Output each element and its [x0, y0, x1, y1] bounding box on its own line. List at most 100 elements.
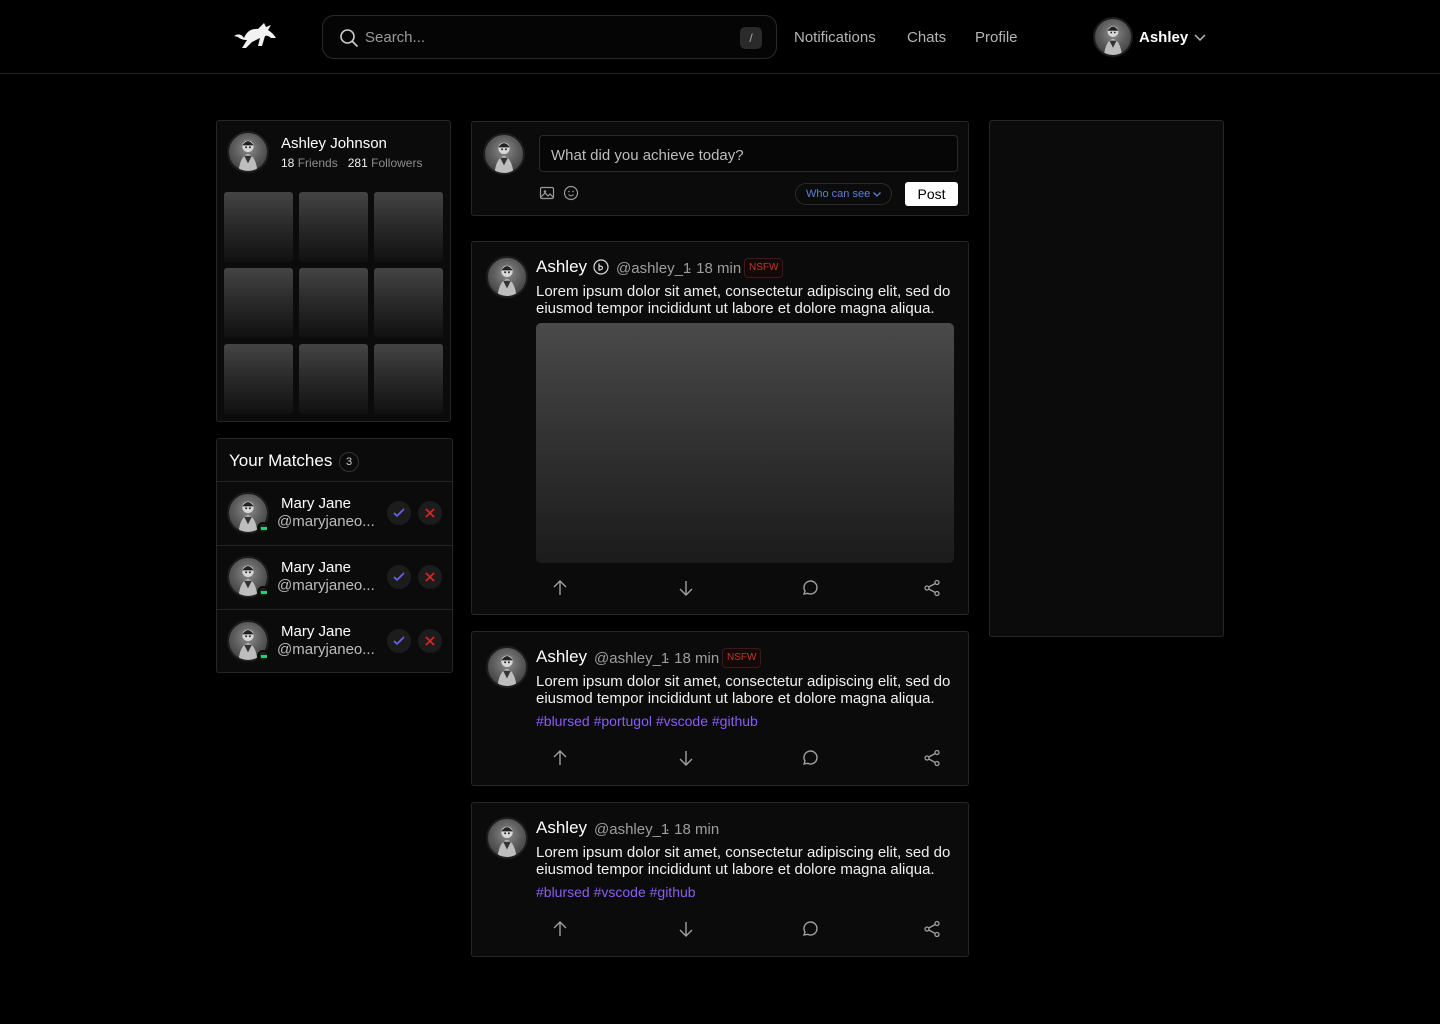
share-button[interactable]: [922, 748, 942, 768]
match-name: Mary Jane: [281, 495, 352, 512]
emoji-icon[interactable]: [563, 185, 579, 201]
visibility-dropdown[interactable]: Who can see: [795, 183, 892, 205]
photo-tile[interactable]: [374, 192, 443, 262]
post-card: Ashley @ashley_1 · 18 min Lorem ipsum do…: [471, 802, 969, 957]
photo-tile[interactable]: [224, 344, 293, 414]
accept-button[interactable]: [387, 629, 411, 653]
close-icon: [425, 636, 435, 646]
avatar[interactable]: [486, 256, 528, 298]
visibility-label: Who can see: [806, 188, 871, 200]
post-text: Lorem ipsum dolor sit amet, consectetur …: [536, 673, 951, 707]
post-author-name[interactable]: Ashley: [536, 818, 587, 838]
reject-button[interactable]: [418, 501, 442, 525]
downvote-button[interactable]: [676, 578, 696, 598]
check-icon: [393, 572, 405, 582]
comment-button[interactable]: [800, 919, 820, 939]
post-handle[interactable]: @ashley_1: [616, 260, 691, 277]
upvote-button[interactable]: [550, 919, 570, 939]
profile-card: Ashley Johnson 18 Friends 281 Followers: [216, 120, 451, 422]
comment-icon: [802, 750, 818, 765]
share-button[interactable]: [922, 919, 942, 939]
post-time: · 18 min: [665, 821, 720, 838]
post-author-name[interactable]: Ashley: [536, 647, 587, 667]
search-input[interactable]: Search... /: [322, 15, 777, 59]
match-handle: @maryjaneo...: [277, 513, 375, 530]
post-image[interactable]: [536, 323, 954, 563]
downvote-button[interactable]: [676, 919, 696, 939]
composer-input[interactable]: What did you achieve today?: [539, 135, 958, 172]
comment-button[interactable]: [800, 748, 820, 768]
post-composer: What did you achieve today? Who can see …: [471, 121, 969, 216]
share-icon: [924, 749, 940, 767]
photo-tile[interactable]: [374, 344, 443, 414]
post-hashtags[interactable]: #blursed #portugol #vscode #github: [536, 713, 758, 729]
avatar[interactable]: [486, 646, 528, 688]
match-item[interactable]: Mary Jane @maryjaneo...: [217, 609, 452, 673]
upvote-button[interactable]: [550, 578, 570, 598]
right-sidebar-panel: [989, 120, 1224, 637]
profile-name[interactable]: Ashley Johnson: [281, 135, 387, 152]
post-text: Lorem ipsum dolor sit amet, consectetur …: [536, 844, 951, 878]
match-item[interactable]: Mary Jane @maryjaneo...: [217, 481, 452, 545]
image-icon[interactable]: [539, 185, 555, 201]
reject-button[interactable]: [418, 565, 442, 589]
comment-icon: [802, 580, 818, 595]
profile-stats: 18 Friends 281 Followers: [281, 156, 422, 170]
close-icon: [425, 508, 435, 518]
matches-panel: Your Matches 3 Mary Jane @maryjaneo... M…: [216, 438, 453, 673]
post-handle[interactable]: @ashley_1: [594, 821, 669, 838]
upvote-button[interactable]: [550, 748, 570, 768]
photo-tile[interactable]: [299, 192, 368, 262]
post-text: Lorem ipsum dolor sit amet, consectetur …: [536, 283, 951, 317]
post-time: · 18 min: [665, 650, 720, 667]
matches-title: Your Matches: [229, 451, 333, 470]
accept-button[interactable]: [387, 565, 411, 589]
post-card: Ashley @ashley_1 · 18 min NSFW Lorem ips…: [471, 631, 969, 786]
online-status-icon: [257, 522, 269, 534]
nav-profile[interactable]: Profile: [975, 29, 1018, 46]
photo-tile[interactable]: [299, 268, 368, 338]
followers-label: Followers: [371, 156, 423, 170]
downvote-icon: [679, 922, 693, 937]
chevron-down-icon: [873, 192, 881, 197]
matches-count-badge: 3: [339, 452, 359, 472]
upvote-icon: [553, 580, 567, 595]
chevron-down-icon: [1194, 34, 1206, 42]
nav-notifications[interactable]: Notifications: [794, 29, 876, 46]
post-time: · 18 min: [687, 260, 742, 277]
avatar: [1093, 17, 1133, 57]
match-item[interactable]: Mary Jane @maryjaneo...: [217, 545, 452, 609]
post-card: Ashley @ashley_1 · 18 min NSFW Lorem ips…: [471, 241, 969, 615]
top-navigation-bar: Search... / Notifications Chats Profile …: [0, 0, 1440, 74]
post-author-name[interactable]: Ashley: [536, 257, 587, 277]
friends-label: Friends: [297, 156, 338, 170]
logo-icon[interactable]: [232, 20, 278, 54]
upvote-icon: [553, 921, 567, 936]
reject-button[interactable]: [418, 629, 442, 653]
match-name: Mary Jane: [281, 559, 352, 576]
nav-chats[interactable]: Chats: [907, 29, 946, 46]
photo-tile[interactable]: [224, 268, 293, 338]
avatar: [483, 133, 525, 175]
photo-tile[interactable]: [374, 268, 443, 338]
accept-button[interactable]: [387, 501, 411, 525]
friends-count: 18: [281, 156, 295, 170]
downvote-button[interactable]: [676, 748, 696, 768]
photo-tile[interactable]: [299, 344, 368, 414]
comment-button[interactable]: [800, 578, 820, 598]
user-name: Ashley: [1139, 29, 1189, 46]
avatar[interactable]: [227, 131, 269, 173]
search-placeholder: Search...: [365, 29, 426, 46]
close-icon: [425, 572, 435, 582]
online-status-icon: [257, 650, 269, 662]
share-button[interactable]: [922, 578, 942, 598]
post-hashtags[interactable]: #blursed #vscode #github: [536, 884, 696, 900]
post-button[interactable]: Post: [905, 182, 958, 206]
post-handle[interactable]: @ashley_1: [594, 650, 669, 667]
photo-tile[interactable]: [224, 192, 293, 262]
upvote-icon: [553, 750, 567, 765]
avatar[interactable]: [486, 817, 528, 859]
match-name: Mary Jane: [281, 623, 352, 640]
share-icon: [924, 579, 940, 597]
search-icon: [340, 29, 358, 47]
